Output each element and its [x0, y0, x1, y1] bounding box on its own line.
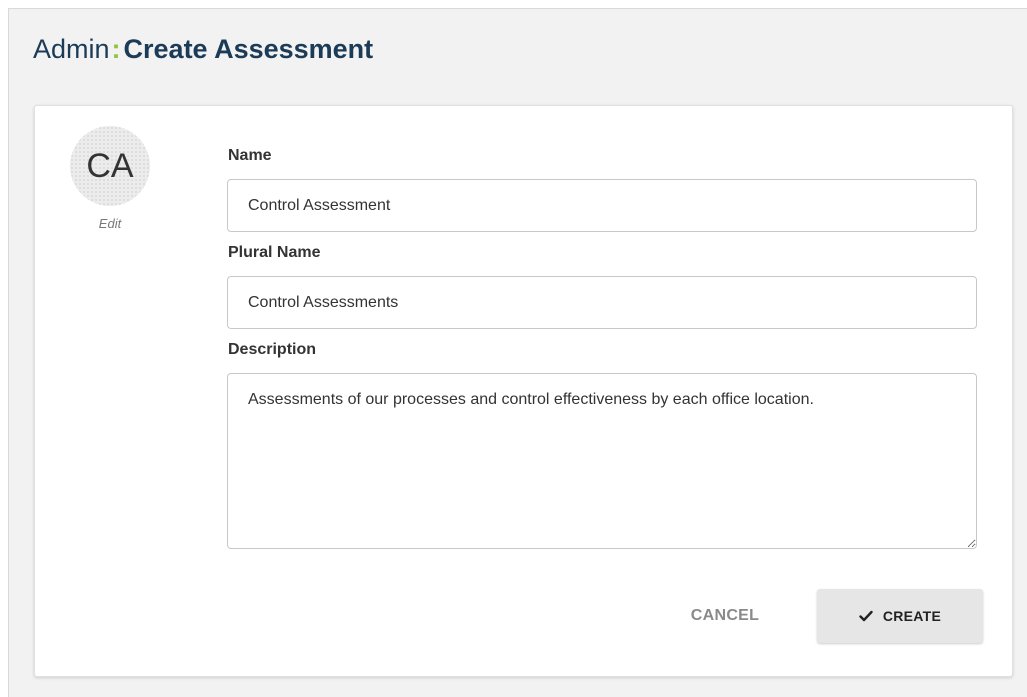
page-title: Admin: Create Assessment [33, 33, 373, 65]
description-textarea[interactable]: Assessments of our processes and control… [227, 373, 977, 549]
description-label: Description [228, 341, 317, 358]
page-title-text: Create Assessment [123, 34, 374, 64]
create-assessment-card: CA Edit Name Plural Name Description Ass… [34, 105, 1013, 677]
page-background: Admin:Create Assessment CA Edit Name Plu… [8, 8, 1027, 697]
cancel-button[interactable]: CANCEL [665, 589, 785, 643]
plural-name-input[interactable] [227, 276, 977, 329]
plural-name-label: Plural Name [228, 244, 321, 261]
check-icon [859, 610, 873, 622]
avatar-initials: CA [86, 146, 134, 185]
create-button[interactable]: CREATE [817, 589, 983, 643]
create-button-label: CREATE [882, 608, 942, 624]
name-input[interactable] [227, 179, 977, 232]
breadcrumb-separator: : [111, 34, 121, 64]
name-label: Name [228, 147, 272, 164]
breadcrumb-admin[interactable]: Admin [33, 34, 110, 64]
avatar-edit-link[interactable]: Edit [70, 216, 150, 231]
avatar[interactable]: CA [70, 126, 150, 206]
